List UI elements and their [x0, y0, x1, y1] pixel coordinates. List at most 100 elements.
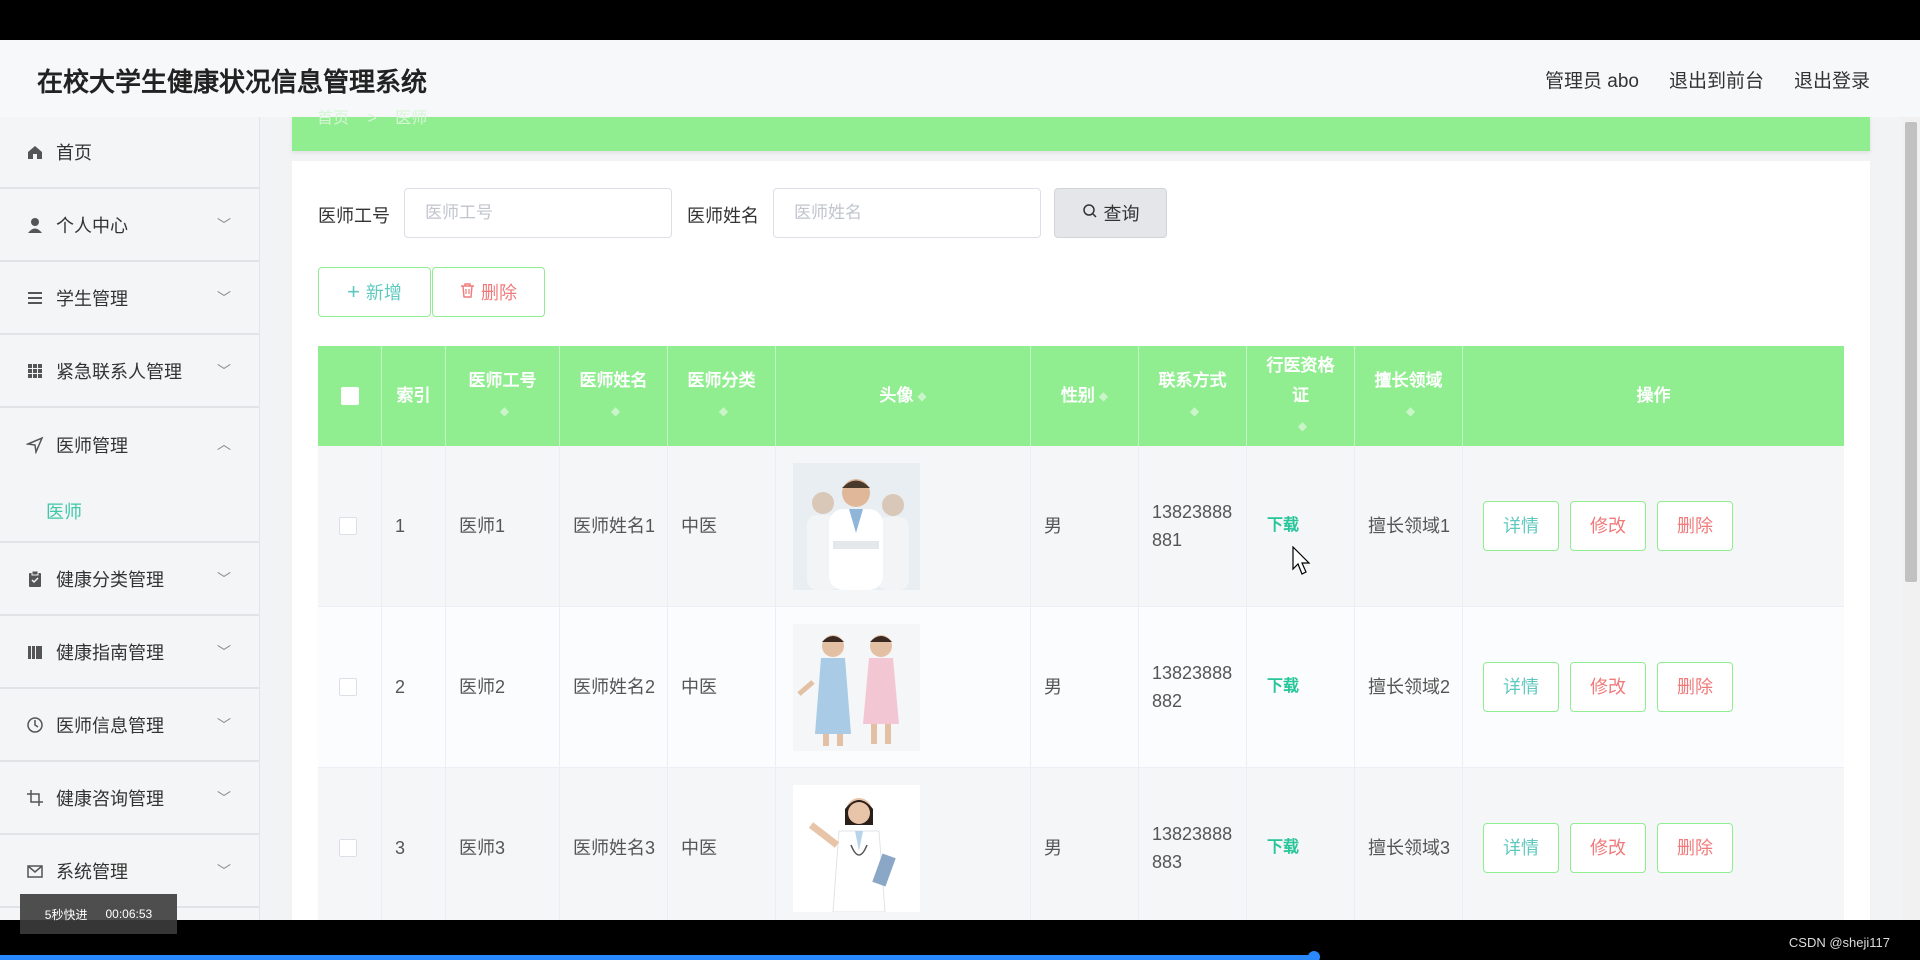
- doctor-avatar-image: [793, 784, 920, 912]
- th-specialty[interactable]: 擅长领域 ◆: [1355, 346, 1463, 446]
- edit-button[interactable]: 修改: [1570, 823, 1646, 873]
- search-icon: [1082, 203, 1098, 224]
- watermark-text: CSDN @sheji117: [1788, 935, 1890, 950]
- exit-to-front-link[interactable]: 退出到前台: [1669, 66, 1764, 93]
- delete-button[interactable]: 删除: [1657, 823, 1733, 873]
- video-time-overlay: 5秒快进 00:06:53: [20, 894, 177, 934]
- add-button-label: 新增: [365, 283, 402, 303]
- th-category[interactable]: 医师分类 ◆: [668, 346, 776, 446]
- sidebar-item-health-guide[interactable]: 健康指南管理 ﹀: [0, 616, 259, 689]
- doctor-avatar-image: [793, 623, 920, 751]
- batch-delete-button[interactable]: 删除: [432, 267, 545, 317]
- chevron-down-icon: ﹀: [217, 644, 231, 660]
- breadcrumb-current: 医师: [395, 110, 428, 127]
- logout-link[interactable]: 退出登录: [1794, 66, 1870, 93]
- th-avatar[interactable]: 头像 ◆: [776, 346, 1031, 446]
- th-doctor-id[interactable]: 医师工号 ◆: [446, 346, 560, 446]
- sidebar-item-label: 系统管理: [56, 861, 128, 882]
- cell-contact: 13823888883: [1139, 768, 1247, 920]
- sidebar-item-label: 医师管理: [56, 435, 128, 456]
- cell-contact: 13823888881: [1139, 446, 1247, 606]
- grid-icon: [26, 362, 44, 380]
- detail-button[interactable]: 详情: [1483, 662, 1559, 712]
- doctor-name-label: 医师姓名: [687, 206, 759, 226]
- sidebar-item-label: 医师信息管理: [56, 715, 164, 736]
- clipboard-icon: [26, 570, 44, 588]
- app-window: 在校大学生健康状况信息管理系统 管理员 abo 退出到前台 退出登录 首页 个人…: [0, 40, 1920, 920]
- delete-button[interactable]: 删除: [1657, 501, 1733, 551]
- video-progress-handle[interactable]: [1308, 951, 1320, 960]
- th-operations: 操作: [1636, 386, 1671, 405]
- video-progress-bar[interactable]: [0, 955, 1315, 960]
- sidebar-item-label: 健康指南管理: [56, 642, 164, 663]
- cell-index: 1: [382, 446, 446, 606]
- row-select-cell: [318, 768, 382, 920]
- detail-button[interactable]: 详情: [1483, 501, 1559, 551]
- add-button[interactable]: + 新增: [318, 267, 431, 317]
- edit-button[interactable]: 修改: [1570, 501, 1646, 551]
- vertical-scrollbar[interactable]: [1902, 117, 1920, 920]
- sidebar-item-health-consult[interactable]: 健康咨询管理 ﹀: [0, 762, 259, 835]
- cell-license: 下载: [1247, 768, 1355, 920]
- sidebar-item-label: 紧急联系人管理: [56, 361, 182, 382]
- chevron-down-icon: ﹀: [217, 717, 231, 733]
- th-license[interactable]: 行医资格证 ◆: [1247, 346, 1355, 446]
- sidebar-item-label: 个人中心: [56, 215, 128, 236]
- doctor-id-input[interactable]: 医师工号: [404, 188, 672, 238]
- license-download-link[interactable]: 下载: [1267, 512, 1299, 540]
- table-row: 1 医师1 医师姓名1 中医 男 13823888881 下载 擅长领域1 详情…: [318, 446, 1844, 607]
- cell-avatar: [776, 768, 1031, 920]
- th-contact[interactable]: 联系方式 ◆: [1139, 346, 1247, 446]
- sidebar-item-home[interactable]: 首页: [0, 117, 259, 189]
- sidebar-item-students[interactable]: 学生管理 ﹀: [0, 262, 259, 335]
- chevron-down-icon: ﹀: [217, 290, 231, 306]
- user-icon: [26, 216, 44, 234]
- doctor-name-input[interactable]: 医师姓名: [773, 188, 1041, 238]
- mouse-cursor-icon: [1292, 545, 1312, 581]
- list-icon: [26, 289, 44, 307]
- select-all-checkbox[interactable]: [340, 387, 359, 405]
- row-checkbox[interactable]: [339, 517, 357, 535]
- sidebar-item-label: 学生管理: [56, 288, 128, 309]
- cell-doctor-id: 医师1: [446, 446, 560, 606]
- sidebar-item-personal-center[interactable]: 个人中心 ﹀: [0, 189, 259, 262]
- cell-operations: 详情 修改 删除: [1463, 768, 1844, 920]
- sidebar-subitem-doctor[interactable]: 医师: [0, 481, 259, 543]
- detail-button[interactable]: 详情: [1483, 823, 1559, 873]
- cell-license: 下载: [1247, 446, 1355, 606]
- query-button-label: 查询: [1103, 204, 1140, 224]
- doctor-avatar-image: [793, 462, 920, 590]
- breadcrumb-home[interactable]: 首页: [317, 110, 349, 127]
- mail-icon: [26, 862, 44, 880]
- chevron-down-icon: ﹀: [217, 217, 231, 233]
- sidebar-item-health-category[interactable]: 健康分类管理 ﹀: [0, 543, 259, 616]
- crop-icon: [26, 789, 44, 807]
- cell-license: 下载: [1247, 607, 1355, 767]
- cell-avatar: [776, 607, 1031, 767]
- row-checkbox[interactable]: [339, 678, 357, 696]
- row-checkbox[interactable]: [339, 839, 357, 857]
- delete-button-label: 删除: [481, 283, 517, 303]
- cell-contact: 13823888882: [1139, 607, 1247, 767]
- breadcrumb-separator: >: [367, 110, 377, 127]
- delete-button[interactable]: 删除: [1657, 662, 1733, 712]
- cell-gender: 男: [1031, 446, 1139, 606]
- scrollbar-thumb[interactable]: [1905, 122, 1917, 582]
- license-download-link[interactable]: 下载: [1267, 673, 1299, 701]
- cell-doctor-name: 医师姓名2: [560, 607, 668, 767]
- cell-category: 中医: [668, 768, 776, 920]
- edit-button[interactable]: 修改: [1570, 662, 1646, 712]
- sidebar-item-emergency-contacts[interactable]: 紧急联系人管理 ﹀: [0, 335, 259, 408]
- admin-user-label[interactable]: 管理员 abo: [1545, 66, 1639, 93]
- license-download-link[interactable]: 下载: [1267, 834, 1299, 862]
- playback-time: 00:06:53: [105, 907, 153, 921]
- cell-specialty: 擅长领域1: [1355, 446, 1463, 606]
- chevron-down-icon: ﹀: [217, 863, 231, 879]
- th-gender[interactable]: 性别 ◆: [1031, 346, 1139, 446]
- th-doctor-name[interactable]: 医师姓名 ◆: [560, 346, 668, 446]
- sidebar-item-doctor-management[interactable]: 医师管理 ︿: [0, 408, 259, 481]
- sidebar-item-doctor-info[interactable]: 医师信息管理 ﹀: [0, 689, 259, 762]
- query-button[interactable]: 查询: [1054, 188, 1167, 238]
- cell-category: 中医: [668, 607, 776, 767]
- navigation-icon: [26, 436, 44, 454]
